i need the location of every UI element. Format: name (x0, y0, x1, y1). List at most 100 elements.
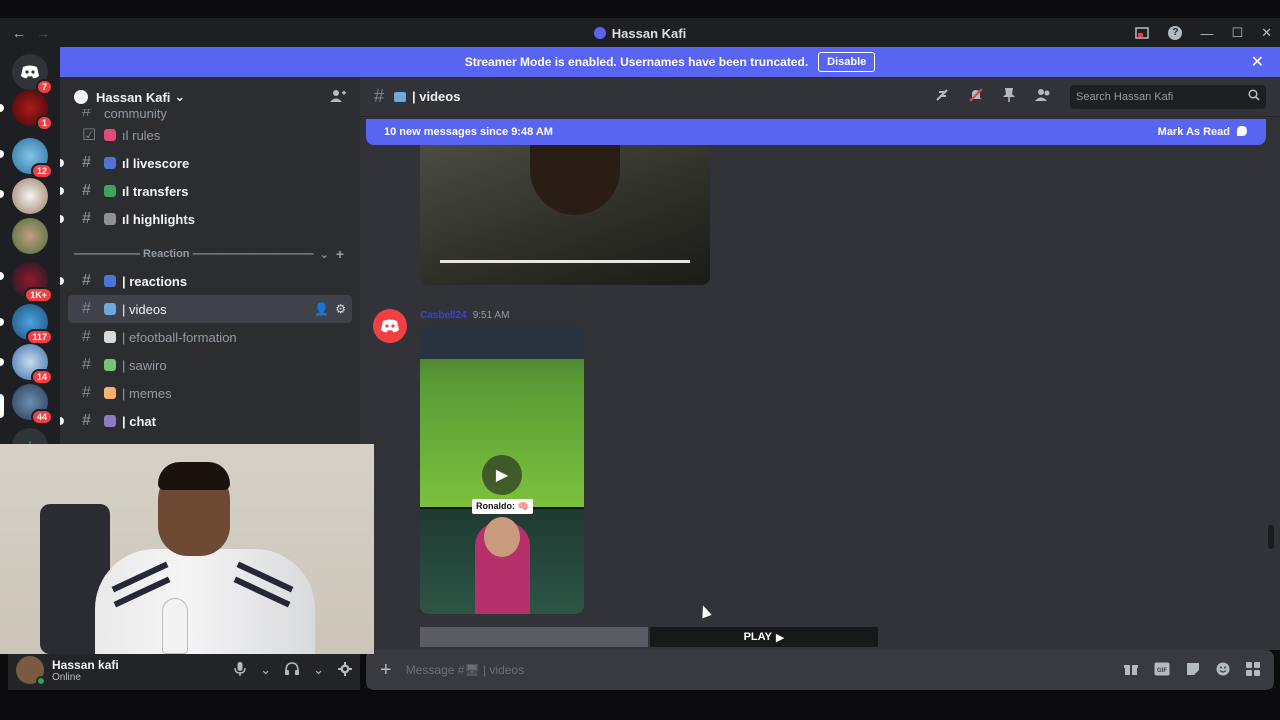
online-status-icon (36, 676, 46, 686)
sidebar-channel[interactable]: # | efootball-formation (68, 323, 352, 351)
help-icon[interactable]: ? (1168, 26, 1183, 40)
sidebar-channel[interactable]: # | memes (68, 379, 352, 407)
sidebar-channel[interactable]: ☑ ıl rules (68, 121, 352, 149)
window-title: Hassan Kafi (611, 25, 687, 41)
user-info[interactable]: Hassan kafi Online (52, 658, 119, 683)
new-messages-bar[interactable]: 10 new messages since 9:48 AM Mark As Re… (366, 119, 1266, 145)
selected-pill (0, 394, 4, 418)
avatar[interactable] (16, 656, 46, 686)
mention-badge: 14 (30, 369, 53, 385)
sidebar-channel[interactable]: # | reactions (60, 267, 352, 295)
channel-label: ıl highlights (122, 211, 195, 227)
close-window-button[interactable]: ✕ (1261, 25, 1272, 41)
server-icon-2[interactable]: 12 (12, 138, 53, 179)
hash-icon: # (82, 356, 91, 373)
server-icon-6[interactable]: 117 (12, 304, 53, 345)
video-attachment[interactable]: ▶ Ronaldo: 🧠 (420, 327, 584, 614)
server-icon-8[interactable]: 44 (12, 384, 53, 425)
message-composer[interactable]: + Message #🖥 | videos GIF (366, 650, 1274, 690)
gift-icon[interactable] (1124, 662, 1138, 679)
server-icon-7[interactable]: 14 (12, 344, 53, 385)
channel-emoji-icon (104, 185, 116, 197)
inbox-icon[interactable] (1134, 25, 1150, 41)
invite-icon[interactable]: 👤 (314, 302, 329, 316)
webcam-person-hair (158, 462, 230, 490)
channel-emoji-icon (394, 91, 407, 102)
mention-badge: 117 (26, 329, 53, 345)
sidebar-channel[interactable]: # ıl highlights (60, 205, 352, 233)
disable-streamer-button[interactable]: Disable (818, 52, 876, 72)
mention-badge: 44 (30, 409, 53, 425)
hash-icon: # (82, 384, 91, 401)
rules-icon: ☑ (82, 127, 97, 144)
channel-partial[interactable]: # community (68, 109, 352, 121)
channel-label: | reactions (122, 273, 188, 289)
previous-video-attachment[interactable] (420, 145, 710, 285)
window-controls: ? — ☐ ✕ (1134, 25, 1272, 41)
hash-icon: # (82, 182, 91, 199)
chat-scrollbar[interactable] (1268, 525, 1274, 549)
emoji-icon[interactable] (1216, 662, 1230, 679)
threads-icon[interactable] (934, 87, 950, 106)
headset-icon[interactable] (285, 661, 300, 679)
play-label: PLAY (743, 631, 772, 643)
play-icon[interactable]: ▶ (482, 455, 522, 495)
sidebar-channel[interactable]: # | sawiro (68, 351, 352, 379)
mention-badge: 1 (35, 115, 53, 131)
sidebar-channel[interactable]: # | videos 👤 ⚙ (68, 295, 352, 323)
search-placeholder: Search Hassan Kafi (1076, 90, 1174, 103)
server-icon-5[interactable]: 1K+ (12, 262, 53, 303)
video-thumbnail-figure (530, 145, 620, 215)
user-status: Online (52, 671, 81, 683)
voice-controls: ⌄ ⌄ (234, 661, 352, 679)
gear-icon[interactable] (338, 661, 352, 679)
category-label: —————— Reaction ——————————— (74, 248, 314, 260)
sidebar-channel[interactable]: # ıl livescore (60, 149, 352, 177)
mic-options-icon[interactable]: ⌄ (260, 662, 271, 679)
next-attachment-play[interactable]: PLAY ▶ (650, 627, 878, 647)
video-person-head (484, 517, 520, 557)
microphone-icon[interactable] (234, 661, 246, 679)
create-channel-icon[interactable]: + (336, 246, 344, 262)
notification-mute-icon[interactable] (968, 87, 984, 106)
minimize-button[interactable]: — (1200, 26, 1213, 41)
unread-indicator (60, 187, 64, 195)
unread-indicator (60, 277, 64, 285)
gif-icon[interactable]: GIF (1154, 662, 1170, 679)
maximize-button[interactable]: ☐ (1231, 25, 1243, 41)
member-list-icon[interactable] (1034, 88, 1052, 105)
search-input[interactable]: Search Hassan Kafi (1070, 84, 1266, 109)
streamer-mode-banner: Streamer Mode is enabled. Usernames have… (60, 47, 1280, 77)
pin-icon[interactable] (1002, 87, 1016, 106)
home-button[interactable]: 7 (12, 54, 53, 95)
apps-icon[interactable] (1246, 661, 1260, 679)
server-icon-3[interactable] (12, 178, 48, 214)
message-author[interactable]: Casbell24 (420, 310, 467, 321)
next-attachment-preview[interactable] (420, 627, 648, 647)
gear-icon[interactable]: ⚙ (335, 302, 346, 316)
hash-icon: # (82, 210, 91, 227)
avatar[interactable] (373, 309, 407, 343)
close-icon[interactable]: ✕ (1251, 52, 1264, 72)
sidebar-channel[interactable]: # | chat (60, 407, 352, 435)
mark-as-read-button[interactable]: Mark As Read (1158, 126, 1230, 138)
title-bar: ← → Hassan Kafi ? — ☐ ✕ (0, 18, 1280, 48)
server-icon-4[interactable] (12, 218, 48, 254)
server-icon (593, 26, 606, 39)
sticker-icon[interactable] (1186, 662, 1200, 679)
upload-plus-icon[interactable]: + (380, 659, 392, 682)
server-icon-1[interactable]: 1 (12, 90, 53, 131)
unread-pill (0, 190, 4, 198)
category-reaction[interactable]: —————— Reaction ——————————— ⌄ + (60, 241, 360, 267)
channel-emoji-icon (104, 157, 116, 169)
svg-text:GIF: GIF (1157, 668, 1167, 674)
unread-pill (0, 104, 4, 112)
headset-options-icon[interactable]: ⌄ (313, 662, 324, 679)
invite-people-icon[interactable] (330, 89, 346, 106)
mention-badge: 12 (30, 163, 53, 179)
video-frame-border (440, 260, 690, 263)
hash-icon: # (82, 300, 91, 317)
channel-emoji-icon (104, 359, 116, 371)
composer-input[interactable]: Message #🖥 | videos (406, 663, 524, 677)
sidebar-channel[interactable]: # ıl transfers (60, 177, 352, 205)
